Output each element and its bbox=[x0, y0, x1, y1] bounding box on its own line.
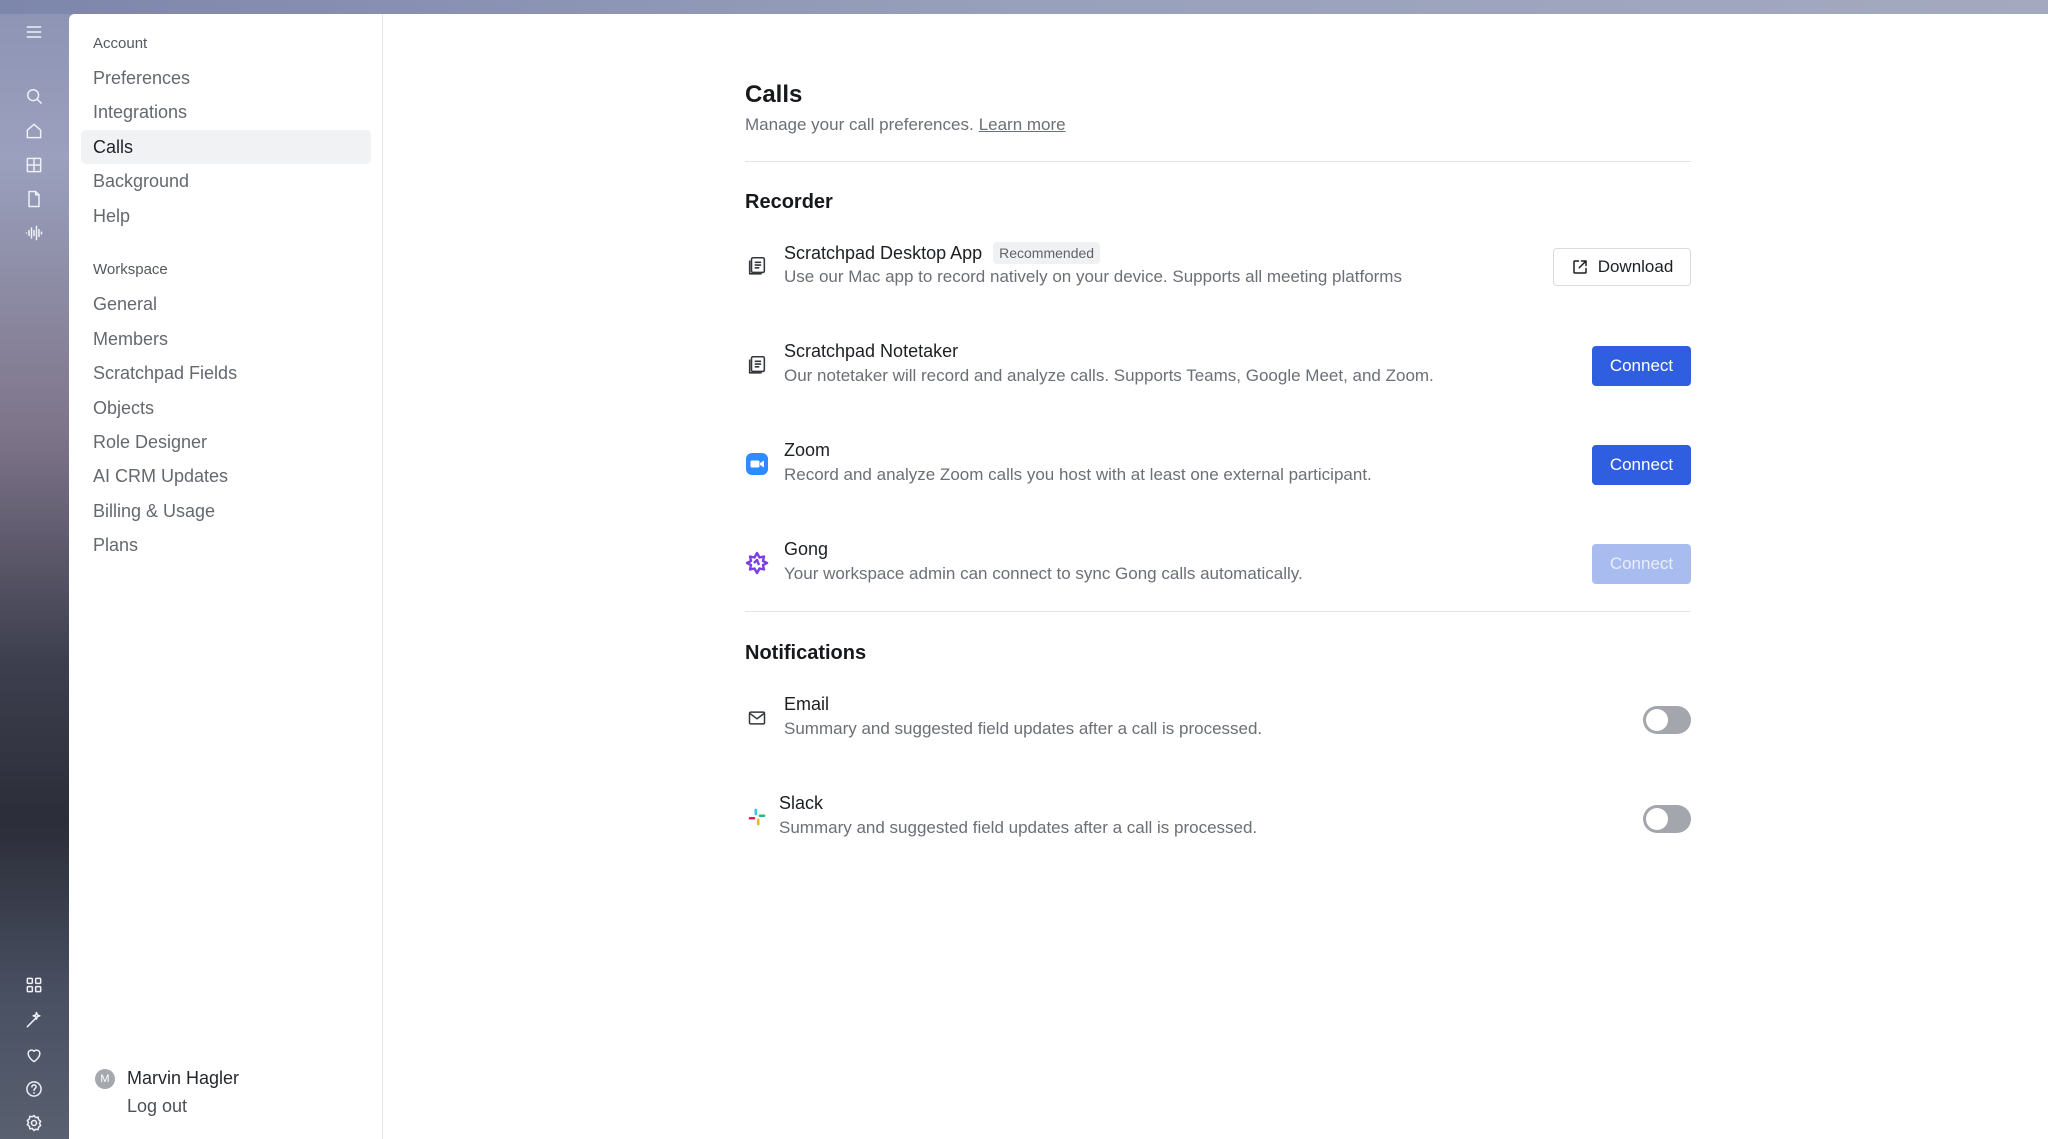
page-subtitle: Manage your call preferences. Learn more bbox=[745, 115, 1066, 135]
email-notification-toggle[interactable] bbox=[1643, 706, 1691, 734]
download-button-label: Download bbox=[1597, 257, 1674, 276]
row-title: Gong bbox=[784, 539, 829, 559]
zoom-icon bbox=[745, 452, 769, 476]
nav-item-role-designer[interactable]: Role Designer bbox=[81, 425, 371, 459]
external-link-icon bbox=[1572, 260, 1587, 274]
help-icon[interactable] bbox=[22, 1077, 46, 1101]
apps-icon[interactable] bbox=[22, 973, 46, 997]
row-title: Zoom bbox=[784, 440, 831, 460]
account-section-label: Account bbox=[93, 35, 148, 52]
app-window: Account Preferences Integrations Calls B… bbox=[69, 14, 2048, 1139]
nav-item-members[interactable]: Members bbox=[81, 322, 371, 356]
grid-icon[interactable] bbox=[22, 153, 46, 177]
audio-wave-icon[interactable] bbox=[22, 221, 46, 245]
row-description: Summary and suggested field updates afte… bbox=[784, 719, 1263, 738]
connect-zoom-button[interactable]: Connect bbox=[1592, 445, 1691, 485]
connect-gong-button[interactable]: Connect bbox=[1592, 544, 1691, 584]
row-title-text: Scratchpad Desktop App bbox=[784, 242, 983, 263]
recorder-row-zoom: Zoom Record and analyze Zoom calls you h… bbox=[745, 440, 1691, 490]
nav-item-integrations[interactable]: Integrations bbox=[81, 95, 371, 129]
connect-notetaker-button[interactable]: Connect bbox=[1592, 346, 1691, 386]
nav-item-ai-crm-updates[interactable]: AI CRM Updates bbox=[81, 459, 371, 493]
heart-icon[interactable] bbox=[22, 1043, 46, 1067]
row-title: Slack bbox=[779, 793, 824, 813]
slack-notification-toggle[interactable] bbox=[1643, 805, 1691, 833]
nav-item-general[interactable]: General bbox=[81, 287, 371, 321]
settings-sidebar: Account Preferences Integrations Calls B… bbox=[69, 14, 383, 1139]
user-profile: M Marvin Hagler bbox=[95, 1068, 239, 1089]
nav-item-scratchpad-fields[interactable]: Scratchpad Fields bbox=[81, 356, 371, 390]
magic-wand-icon[interactable] bbox=[22, 1008, 46, 1032]
menu-icon[interactable] bbox=[22, 20, 46, 44]
workspace-section-label: Workspace bbox=[93, 261, 168, 278]
document-stack-icon bbox=[745, 353, 769, 377]
recorder-row-gong: Gong Your workspace admin can connect to… bbox=[745, 539, 1691, 589]
mail-icon bbox=[745, 706, 769, 730]
main-content: Calls Manage your call preferences. Learn… bbox=[383, 14, 2048, 1139]
row-description: Use our Mac app to record natively on yo… bbox=[784, 267, 1402, 286]
notification-row-slack: Slack Summary and suggested field update… bbox=[745, 793, 1691, 843]
document-stack-icon bbox=[745, 254, 769, 278]
page-subtitle-text: Manage your call preferences. bbox=[745, 115, 974, 134]
avatar: M bbox=[95, 1068, 115, 1089]
document-icon[interactable] bbox=[22, 187, 46, 211]
page-title: Calls bbox=[745, 81, 803, 108]
divider bbox=[745, 161, 1691, 162]
notifications-section-title: Notifications bbox=[745, 642, 867, 664]
nav-item-calls[interactable]: Calls bbox=[81, 130, 371, 164]
logout-link[interactable]: Log out bbox=[127, 1096, 187, 1117]
row-description: Our notetaker will record and analyze ca… bbox=[784, 366, 1434, 385]
row-title: Scratchpad Desktop App Recommended bbox=[784, 242, 1101, 264]
nav-item-billing-usage[interactable]: Billing & Usage bbox=[81, 494, 371, 528]
search-icon[interactable] bbox=[22, 84, 46, 108]
row-title: Scratchpad Notetaker bbox=[784, 341, 959, 361]
divider bbox=[745, 611, 1691, 612]
row-title: Email bbox=[784, 694, 830, 714]
recorder-section-title: Recorder bbox=[745, 191, 833, 213]
gong-icon bbox=[745, 551, 769, 575]
row-description: Your workspace admin can connect to sync… bbox=[784, 564, 1303, 583]
home-icon[interactable] bbox=[22, 119, 46, 143]
user-name: Marvin Hagler bbox=[127, 1068, 240, 1088]
nav-item-objects[interactable]: Objects bbox=[81, 391, 371, 425]
settings-icon[interactable] bbox=[22, 1111, 46, 1135]
row-description: Summary and suggested field updates afte… bbox=[779, 818, 1258, 837]
slack-icon bbox=[745, 805, 769, 829]
row-description: Record and analyze Zoom calls you host w… bbox=[784, 465, 1372, 484]
download-button[interactable]: Download bbox=[1553, 248, 1691, 286]
window-top-bar bbox=[0, 0, 2048, 14]
recommended-badge: Recommended bbox=[993, 242, 1101, 264]
nav-item-help[interactable]: Help bbox=[81, 199, 371, 233]
learn-more-link[interactable]: Learn more bbox=[979, 115, 1066, 134]
nav-item-background[interactable]: Background bbox=[81, 164, 371, 198]
nav-item-preferences[interactable]: Preferences bbox=[81, 61, 371, 95]
notification-row-email: Email Summary and suggested field update… bbox=[745, 694, 1691, 744]
recorder-row-notetaker: Scratchpad Notetaker Our notetaker will … bbox=[745, 341, 1691, 391]
recorder-row-desktop-app: Scratchpad Desktop App Recommended Use o… bbox=[745, 242, 1691, 292]
icon-rail bbox=[0, 0, 69, 1139]
nav-item-plans[interactable]: Plans bbox=[81, 528, 371, 562]
